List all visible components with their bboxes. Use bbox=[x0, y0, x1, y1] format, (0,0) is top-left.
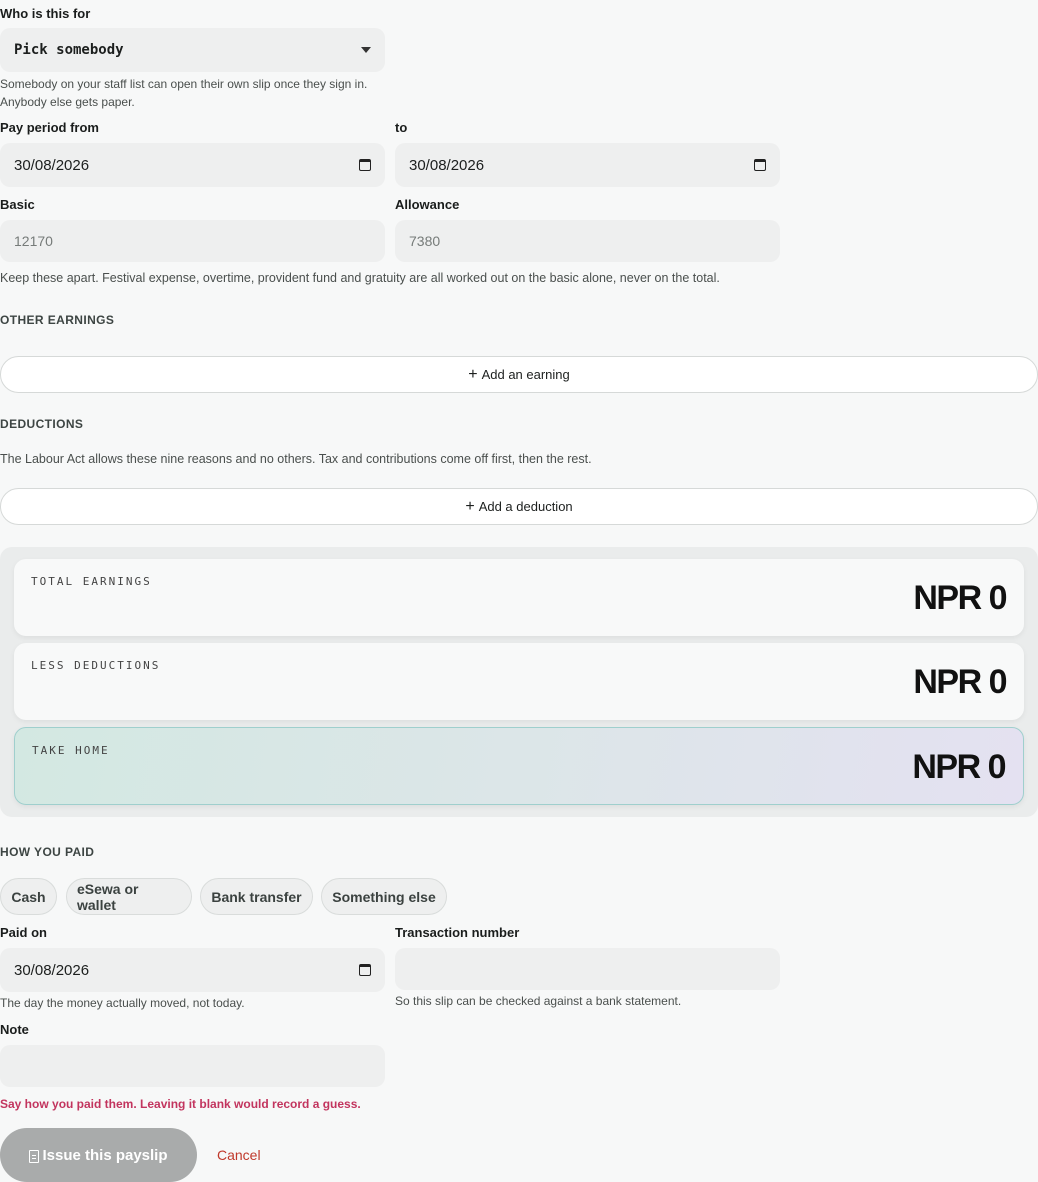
basic-input[interactable]: 12170 bbox=[0, 220, 385, 262]
paid-on-label: Paid on bbox=[0, 925, 47, 940]
recipient-selected-value: Pick somebody bbox=[14, 42, 124, 58]
how-you-paid-title: HOW YOU PAID bbox=[0, 845, 95, 859]
recipient-select[interactable]: Pick somebody bbox=[0, 28, 385, 72]
method-esewa[interactable]: eSewa or wallet bbox=[66, 878, 192, 915]
calendar-icon[interactable] bbox=[359, 964, 371, 976]
recipient-help-2: Anybody else gets paper. bbox=[0, 95, 135, 109]
cancel-link[interactable]: Cancel bbox=[217, 1147, 261, 1163]
recipient-label: Who is this for bbox=[0, 6, 91, 21]
transaction-number-input[interactable] bbox=[395, 948, 780, 990]
add-earning-label: Add an earning bbox=[481, 367, 570, 382]
add-deduction-button[interactable]: + Add a deduction bbox=[0, 488, 1038, 525]
transaction-number-help: So this slip can be checked against a ba… bbox=[395, 994, 682, 1008]
take-home-label: TAKE HOME bbox=[32, 744, 110, 757]
basic-placeholder: 12170 bbox=[14, 233, 53, 249]
less-deductions-card: LESS DEDUCTIONS NPR 0 bbox=[14, 643, 1024, 720]
method-something-else[interactable]: Something else bbox=[321, 878, 447, 915]
calendar-icon[interactable] bbox=[359, 159, 371, 171]
note-label: Note bbox=[0, 1022, 29, 1037]
paid-on-help: The day the money actually moved, not to… bbox=[0, 996, 245, 1010]
basic-label: Basic bbox=[0, 197, 35, 212]
add-earning-button[interactable]: + Add an earning bbox=[0, 356, 1038, 393]
recipient-help-1: Somebody on your staff list can open the… bbox=[0, 77, 368, 91]
total-earnings-label: TOTAL EARNINGS bbox=[31, 575, 152, 588]
take-home-card: TAKE HOME NPR 0 bbox=[14, 727, 1024, 805]
take-home-value: NPR 0 bbox=[912, 748, 1006, 786]
document-icon bbox=[29, 1149, 40, 1163]
method-cash[interactable]: Cash bbox=[0, 878, 57, 915]
less-deductions-value: NPR 0 bbox=[913, 663, 1007, 701]
total-earnings-card: TOTAL EARNINGS NPR 0 bbox=[14, 559, 1024, 636]
deductions-help: The Labour Act allows these nine reasons… bbox=[0, 452, 592, 466]
plus-icon: + bbox=[468, 365, 478, 383]
pay-period-to-input[interactable]: 30/08/2026 bbox=[395, 143, 780, 187]
plus-icon: + bbox=[465, 497, 475, 515]
calendar-icon[interactable] bbox=[754, 159, 766, 171]
pay-period-from-label: Pay period from bbox=[0, 120, 99, 135]
less-deductions-label: LESS DEDUCTIONS bbox=[31, 659, 161, 672]
other-earnings-title: OTHER EARNINGS bbox=[0, 313, 115, 327]
allowance-placeholder: 7380 bbox=[409, 233, 441, 249]
allowance-label: Allowance bbox=[395, 197, 460, 212]
issue-payslip-label: Issue this payslip bbox=[42, 1146, 168, 1164]
chevron-down-icon bbox=[361, 47, 371, 53]
pay-period-to-label: to bbox=[395, 120, 408, 135]
issue-payslip-button[interactable]: Issue this payslip bbox=[0, 1128, 197, 1182]
total-earnings-value: NPR 0 bbox=[913, 579, 1007, 617]
pay-help: Keep these apart. Festival expense, over… bbox=[0, 271, 720, 285]
allowance-input[interactable]: 7380 bbox=[395, 220, 780, 262]
pay-period-from-input[interactable]: 30/08/2026 bbox=[0, 143, 385, 187]
paid-on-value: 30/08/2026 bbox=[14, 961, 90, 979]
pay-period-to-value: 30/08/2026 bbox=[409, 156, 485, 174]
note-input[interactable] bbox=[0, 1045, 385, 1087]
payment-method-error: Say how you paid them. Leaving it blank … bbox=[0, 1097, 361, 1111]
pay-period-from-value: 30/08/2026 bbox=[14, 156, 90, 174]
method-bank-transfer[interactable]: Bank transfer bbox=[200, 878, 313, 915]
transaction-number-label: Transaction number bbox=[395, 925, 520, 940]
add-deduction-label: Add a deduction bbox=[478, 499, 573, 514]
paid-on-input[interactable]: 30/08/2026 bbox=[0, 948, 385, 992]
deductions-title: DEDUCTIONS bbox=[0, 417, 84, 431]
